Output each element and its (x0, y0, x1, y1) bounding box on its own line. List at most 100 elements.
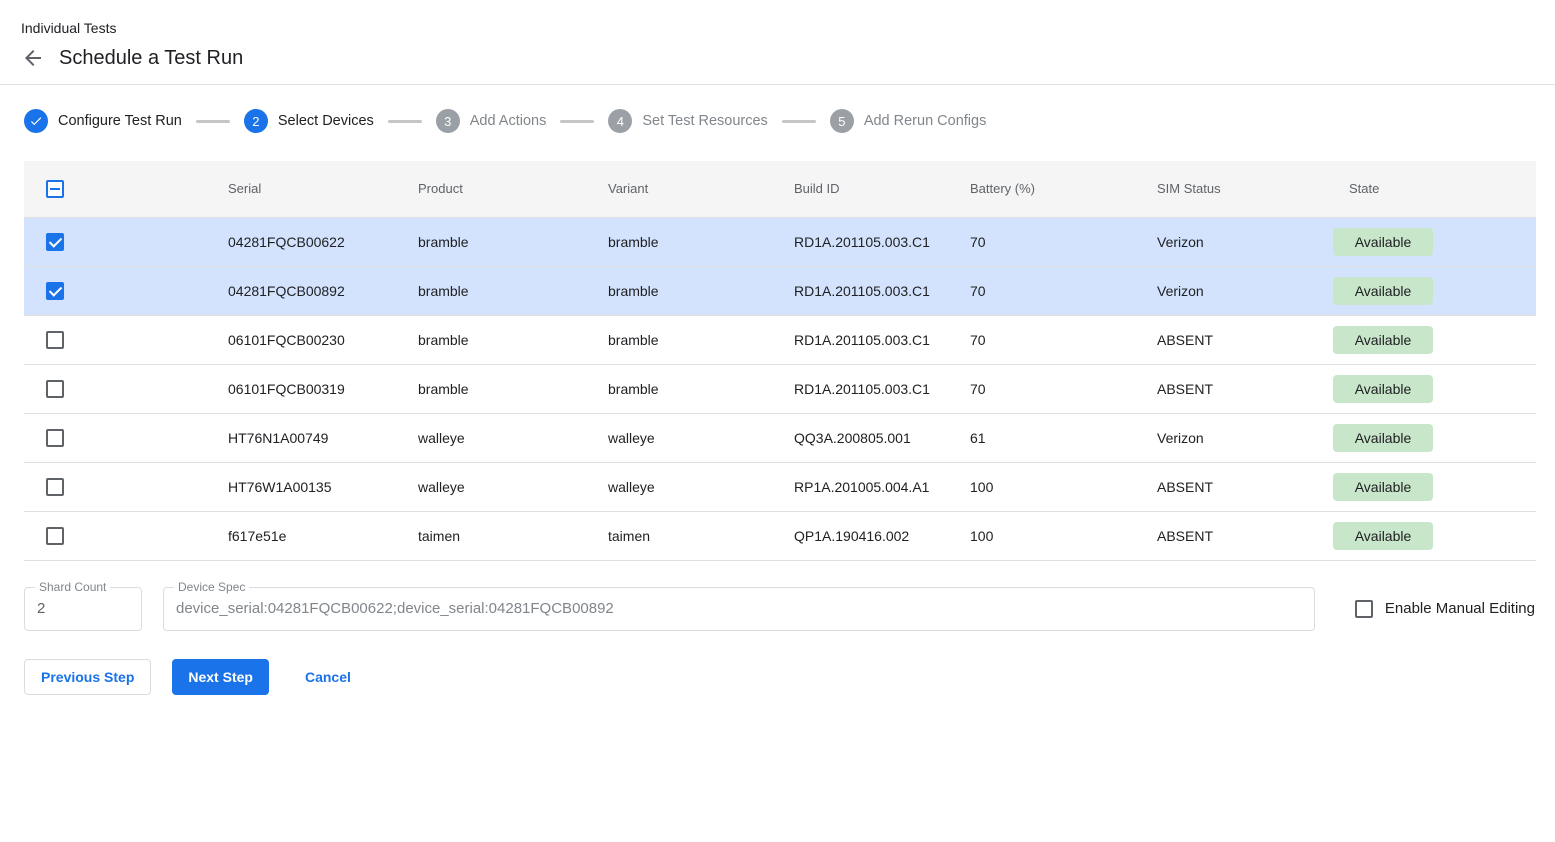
step-label: Select Devices (278, 113, 374, 129)
step-set-test-resources: 4 Set Test Resources (608, 109, 767, 133)
cell-product: walleye (418, 430, 465, 446)
enable-manual-editing-label: Enable Manual Editing (1385, 600, 1535, 617)
step-add-actions: 3 Add Actions (436, 109, 547, 133)
cell-battery: 70 (970, 381, 986, 397)
step-label: Set Test Resources (642, 113, 767, 129)
row-checkbox[interactable] (46, 429, 64, 447)
table-row[interactable]: 04281FQCB00622 bramble bramble RD1A.2011… (24, 217, 1536, 266)
cell-sim-status: ABSENT (1157, 332, 1213, 348)
header: Individual Tests Schedule a Test Run (0, 0, 1555, 84)
column-header-product: Product (394, 161, 584, 217)
status-badge: Available (1333, 473, 1433, 501)
page-title: Schedule a Test Run (59, 47, 243, 70)
column-header-state: State (1325, 161, 1536, 217)
cell-sim-status: Verizon (1157, 283, 1204, 299)
step-label: Configure Test Run (58, 113, 182, 129)
cell-product: taimen (418, 528, 460, 544)
cell-sim-status: ABSENT (1157, 479, 1213, 495)
status-badge: Available (1333, 228, 1433, 256)
cell-variant: walleye (608, 479, 655, 495)
step-configure-test-run[interactable]: Configure Test Run (24, 109, 182, 133)
table-row[interactable]: HT76N1A00749 walleye walleye QQ3A.200805… (24, 413, 1536, 462)
step-label: Add Actions (470, 113, 547, 129)
device-spec-field[interactable]: Device Spec device_serial:04281FQCB00622… (163, 587, 1315, 631)
stepper-connector (782, 120, 816, 123)
table-row[interactable]: 04281FQCB00892 bramble bramble RD1A.2011… (24, 266, 1536, 315)
row-checkbox[interactable] (46, 478, 64, 496)
back-arrow-icon[interactable] (21, 46, 45, 70)
status-badge: Available (1333, 277, 1433, 305)
step-label: Add Rerun Configs (864, 113, 987, 129)
enable-manual-editing-toggle[interactable]: Enable Manual Editing (1355, 600, 1535, 618)
stepper: Configure Test Run 2 Select Devices 3 Ad… (0, 85, 1555, 147)
step-number: 5 (830, 109, 854, 133)
cell-variant: taimen (608, 528, 650, 544)
cell-build-id: QQ3A.200805.001 (794, 430, 911, 446)
cell-battery: 61 (970, 430, 986, 446)
cell-battery: 70 (970, 283, 986, 299)
row-checkbox[interactable] (46, 282, 64, 300)
cell-battery: 100 (970, 528, 993, 544)
status-badge: Available (1333, 522, 1433, 550)
cell-build-id: RD1A.201105.003.C1 (794, 381, 930, 397)
cell-variant: bramble (608, 283, 659, 299)
column-header-variant: Variant (584, 161, 770, 217)
cell-build-id: RD1A.201105.003.C1 (794, 283, 930, 299)
cell-sim-status: ABSENT (1157, 528, 1213, 544)
cell-sim-status: Verizon (1157, 234, 1204, 250)
device-spec-section: Shard Count 2 Device Spec device_serial:… (0, 561, 1555, 631)
cell-build-id: RD1A.201105.003.C1 (794, 234, 930, 250)
cancel-button[interactable]: Cancel (289, 659, 367, 695)
cell-build-id: RP1A.201005.004.A1 (794, 479, 929, 495)
step-select-devices[interactable]: 2 Select Devices (244, 109, 374, 133)
cell-serial: HT76N1A00749 (228, 430, 328, 446)
cell-product: bramble (418, 381, 469, 397)
cell-variant: walleye (608, 430, 655, 446)
shard-count-field[interactable]: Shard Count 2 (24, 587, 142, 631)
action-bar: Previous Step Next Step Cancel (0, 631, 1555, 695)
row-checkbox[interactable] (46, 331, 64, 349)
table-row[interactable]: HT76W1A00135 walleye walleye RP1A.201005… (24, 462, 1536, 511)
step-check-icon (24, 109, 48, 133)
stepper-connector (388, 120, 422, 123)
previous-step-button[interactable]: Previous Step (24, 659, 151, 695)
cell-product: bramble (418, 283, 469, 299)
table-row[interactable]: 06101FQCB00230 bramble bramble RD1A.2011… (24, 315, 1536, 364)
device-table: Serial Product Variant Build ID Battery … (0, 147, 1555, 561)
table-row[interactable]: 06101FQCB00319 bramble bramble RD1A.2011… (24, 364, 1536, 413)
row-checkbox[interactable] (46, 233, 64, 251)
row-checkbox[interactable] (46, 527, 64, 545)
select-all-checkbox[interactable] (46, 180, 64, 198)
status-badge: Available (1333, 326, 1433, 354)
cell-sim-status: ABSENT (1157, 381, 1213, 397)
cell-serial: 04281FQCB00892 (228, 283, 345, 299)
status-badge: Available (1333, 424, 1433, 452)
step-number: 4 (608, 109, 632, 133)
cell-build-id: RD1A.201105.003.C1 (794, 332, 930, 348)
column-header-serial: Serial (204, 161, 394, 217)
step-number: 2 (244, 109, 268, 133)
cell-serial: 06101FQCB00319 (228, 381, 345, 397)
stepper-connector (560, 120, 594, 123)
schedule-test-run-page: Individual Tests Schedule a Test Run Con… (0, 0, 1555, 695)
next-step-button[interactable]: Next Step (172, 659, 269, 695)
cell-serial: f617e51e (228, 528, 286, 544)
device-spec-label: Device Spec (174, 580, 249, 594)
table-header-row: Serial Product Variant Build ID Battery … (24, 161, 1536, 217)
enable-manual-editing-checkbox[interactable] (1355, 600, 1373, 618)
column-header-battery: Battery (%) (946, 161, 1133, 217)
cell-product: walleye (418, 479, 465, 495)
cell-battery: 70 (970, 332, 986, 348)
cell-serial: 04281FQCB00622 (228, 234, 345, 250)
title-row: Schedule a Test Run (21, 46, 1531, 70)
step-number: 3 (436, 109, 460, 133)
cell-product: bramble (418, 234, 469, 250)
shard-count-value: 2 (25, 588, 141, 630)
stepper-connector (196, 120, 230, 123)
table-row[interactable]: f617e51e taimen taimen QP1A.190416.002 1… (24, 511, 1536, 560)
cell-serial: 06101FQCB00230 (228, 332, 345, 348)
step-add-rerun-configs: 5 Add Rerun Configs (830, 109, 987, 133)
cell-variant: bramble (608, 381, 659, 397)
row-checkbox[interactable] (46, 380, 64, 398)
cell-battery: 100 (970, 479, 993, 495)
